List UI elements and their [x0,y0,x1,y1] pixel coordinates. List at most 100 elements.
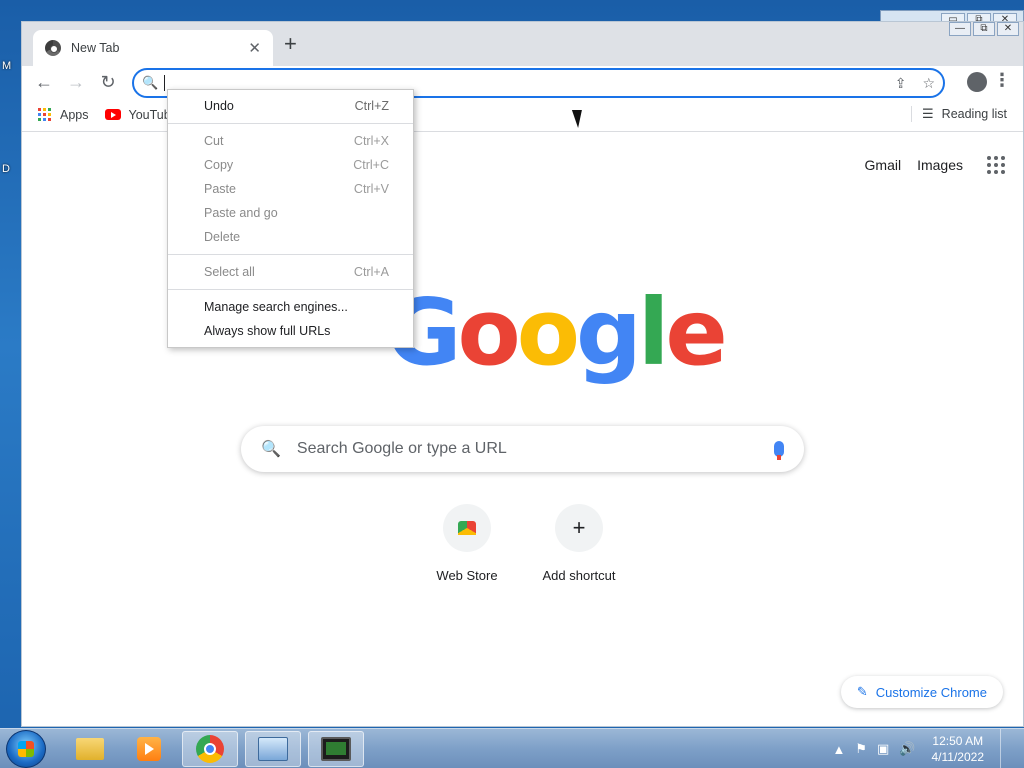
forward-button[interactable]: → [62,68,90,96]
youtube-icon [104,109,121,120]
volume-icon[interactable]: 🔊 [899,741,915,757]
system-tray: ▲ ⚑ ▣ 🔊 12:50 AM 4/11/2022 [832,729,1014,768]
menu-item-shortcut: Ctrl+C [353,158,389,172]
customize-chrome-button[interactable]: ✎ Customize Chrome [840,676,1003,708]
menu-item-shortcut: Ctrl+V [353,182,389,196]
search-icon: 🔍 [261,441,281,458]
desktop-icon-label-m: M [2,60,12,72]
network-icon[interactable]: ▣ [877,741,889,757]
taskbar-system-monitor[interactable] [308,731,364,767]
web-store-icon [458,521,476,535]
control-panel-icon [258,737,288,761]
menu-item-shortcut: Ctrl+A [353,265,389,279]
tab-new-tab[interactable]: New Tab ✕ [33,30,273,66]
reload-button[interactable]: ↻ [94,68,122,96]
shortcut-web-store[interactable]: Web Store [411,504,523,583]
monitor-icon [321,737,351,761]
bookmark-youtube-label: YouTub [128,107,171,122]
customize-label: Customize Chrome [875,684,987,700]
logo-letter-e: e [665,279,727,386]
bookmark-apps[interactable]: Apps [38,107,89,122]
chrome-menu-icon[interactable]: ⋮ [993,70,1011,91]
reading-list-icon: ☰ [922,106,934,121]
menu-item-label: Copy [204,158,234,172]
clock-date: 4/11/2022 [931,750,985,764]
chrome-favicon-icon [45,40,61,56]
microphone-icon[interactable] [774,441,784,460]
media-player-icon [137,737,161,761]
tab-strip: New Tab ✕ + — ⧉ ✕ [22,22,1023,66]
menu-item-undo[interactable]: Undo Ctrl+Z [168,94,413,118]
menu-divider [168,123,413,124]
bookmarks-divider [911,106,913,122]
back-button[interactable]: ← [30,68,58,96]
menu-item-label: Delete [204,230,241,244]
menu-item-manage-search-engines[interactable]: Manage search engines... [168,295,413,319]
menu-item-label: Select all [204,265,255,279]
start-button[interactable] [6,730,46,768]
menu-item-copy[interactable]: Copy Ctrl+C [168,153,413,177]
search-icon: 🔍 [142,75,159,90]
menu-item-label: Manage search engines... [204,300,348,314]
new-tab-button[interactable]: + [284,33,297,55]
show-hidden-icons-icon[interactable]: ▲ [832,742,845,757]
taskbar: ▲ ⚑ ▣ 🔊 12:50 AM 4/11/2022 [0,728,1024,768]
ntp-header-links: Gmail Images [865,156,1005,174]
plus-icon: + [555,504,603,552]
menu-item-delete[interactable]: Delete [168,225,413,249]
logo-letter-o1: o [457,279,521,386]
taskbar-chrome[interactable] [182,731,238,767]
maximize-button[interactable]: ⧉ [973,22,995,36]
menu-item-label: Cut [204,134,224,148]
shortcut-add[interactable]: + Add shortcut [523,504,635,583]
menu-item-label: Paste and go [204,206,278,220]
menu-item-shortcut: Ctrl+X [353,134,389,148]
logo-letter-l: l [637,279,669,386]
images-link[interactable]: Images [917,157,963,173]
bookmark-youtube[interactable]: YouTub [104,107,171,122]
bookmark-star-icon[interactable]: ☆ [922,75,935,92]
show-desktop-button[interactable] [1000,729,1014,768]
gmail-link[interactable]: Gmail [865,157,902,173]
menu-item-always-show-full-urls[interactable]: Always show full URLs [168,319,413,343]
menu-item-paste[interactable]: Paste Ctrl+V [168,177,413,201]
menu-item-label: Undo [204,99,234,113]
menu-item-label: Paste [204,182,236,196]
taskbar-file-explorer[interactable] [62,731,118,767]
desktop-icon-label-d: D [2,163,10,175]
search-placeholder: Search Google or type a URL [296,440,507,457]
google-apps-icon[interactable] [987,156,1005,174]
folder-icon [76,738,104,760]
menu-divider [168,254,413,255]
bookmark-apps-label: Apps [60,107,89,122]
menu-item-shortcut: Ctrl+Z [354,99,389,113]
share-icon[interactable]: ⇪ [895,75,907,92]
menu-item-label: Always show full URLs [204,324,331,338]
action-center-icon[interactable]: ⚑ [855,741,867,757]
taskbar-media-player[interactable] [121,731,177,767]
ntp-search-box[interactable]: 🔍 Search Google or type a URL [241,426,804,472]
menu-divider [168,289,413,290]
tab-title: New Tab [71,41,120,55]
menu-item-cut[interactable]: Cut Ctrl+X [168,129,413,153]
taskbar-control-panel[interactable] [245,731,301,767]
close-window-button[interactable]: ✕ [997,22,1019,36]
clock-time: 12:50 AM [932,734,984,748]
reading-list-label: Reading list [941,107,1007,121]
clock[interactable]: 12:50 AM 4/11/2022 [932,733,985,765]
minimize-button[interactable]: — [949,22,971,36]
logo-letter-o2: o [516,279,580,386]
shortcut-label: Add shortcut [542,568,616,583]
text-caret [164,75,166,91]
menu-item-select-all[interactable]: Select all Ctrl+A [168,260,413,284]
pencil-icon: ✎ [856,684,868,699]
omnibox-context-menu: Undo Ctrl+Z Cut Ctrl+X Copy Ctrl+C Paste Ctr… [167,89,414,348]
apps-grid-icon [38,107,52,122]
shortcut-label: Web Store [436,568,498,583]
reading-list-button[interactable]: ☰ Reading list [911,106,1007,122]
google-logo: Google [386,287,728,379]
profile-avatar-icon[interactable] [967,72,987,92]
menu-item-paste-and-go[interactable]: Paste and go [168,201,413,225]
tab-close-icon[interactable]: ✕ [248,39,261,57]
window-controls: — ⧉ ✕ [949,22,1019,36]
